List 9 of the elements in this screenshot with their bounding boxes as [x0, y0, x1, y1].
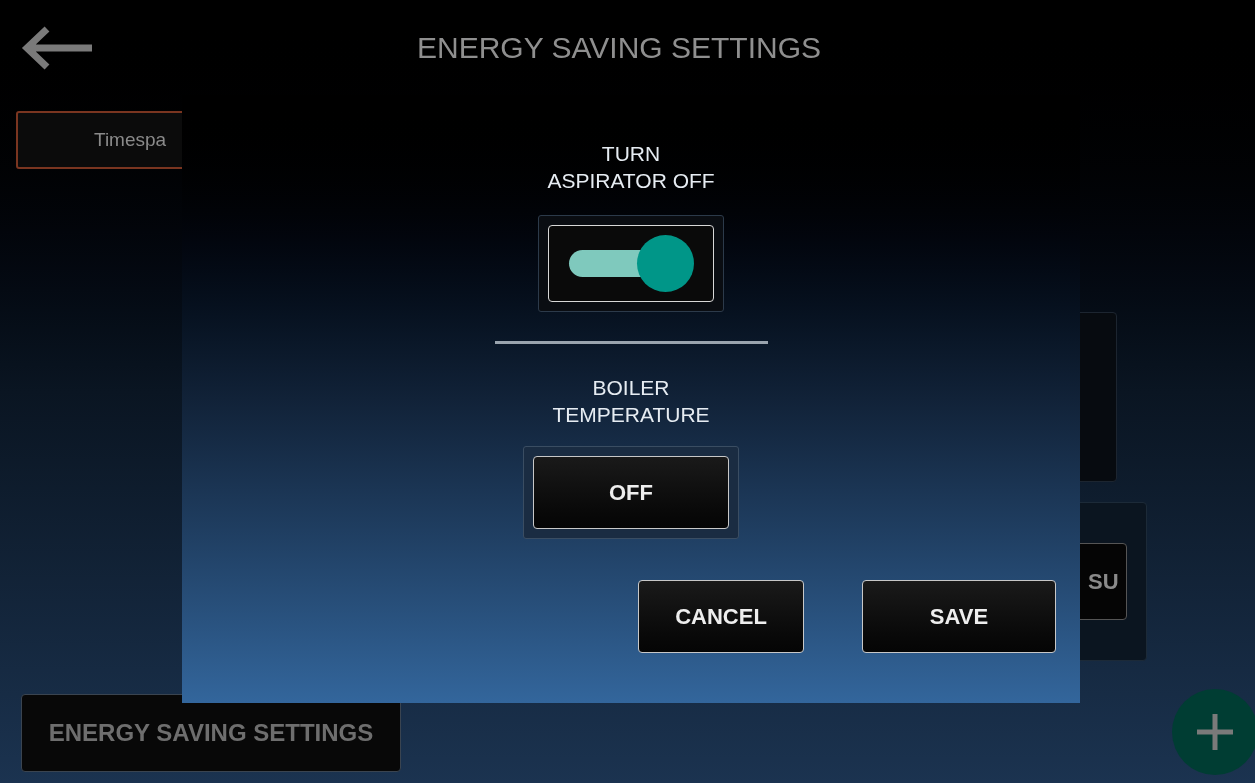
- setting-label: TURN ASPIRATOR OFF: [547, 141, 715, 194]
- plus-icon: [1195, 712, 1235, 752]
- header-title: ENERGY SAVING SETTINGS: [417, 30, 821, 66]
- toggle-switch[interactable]: [548, 225, 714, 302]
- energy-saving-button[interactable]: ENERGY SAVING SETTINGS: [21, 694, 401, 772]
- value-button[interactable]: OFF: [533, 456, 729, 529]
- setting-label: BOILER TEMPERATURE: [552, 375, 710, 428]
- dialog-button[interactable]: SAVE: [862, 580, 1056, 653]
- dialog-button[interactable]: CANCEL: [638, 580, 804, 653]
